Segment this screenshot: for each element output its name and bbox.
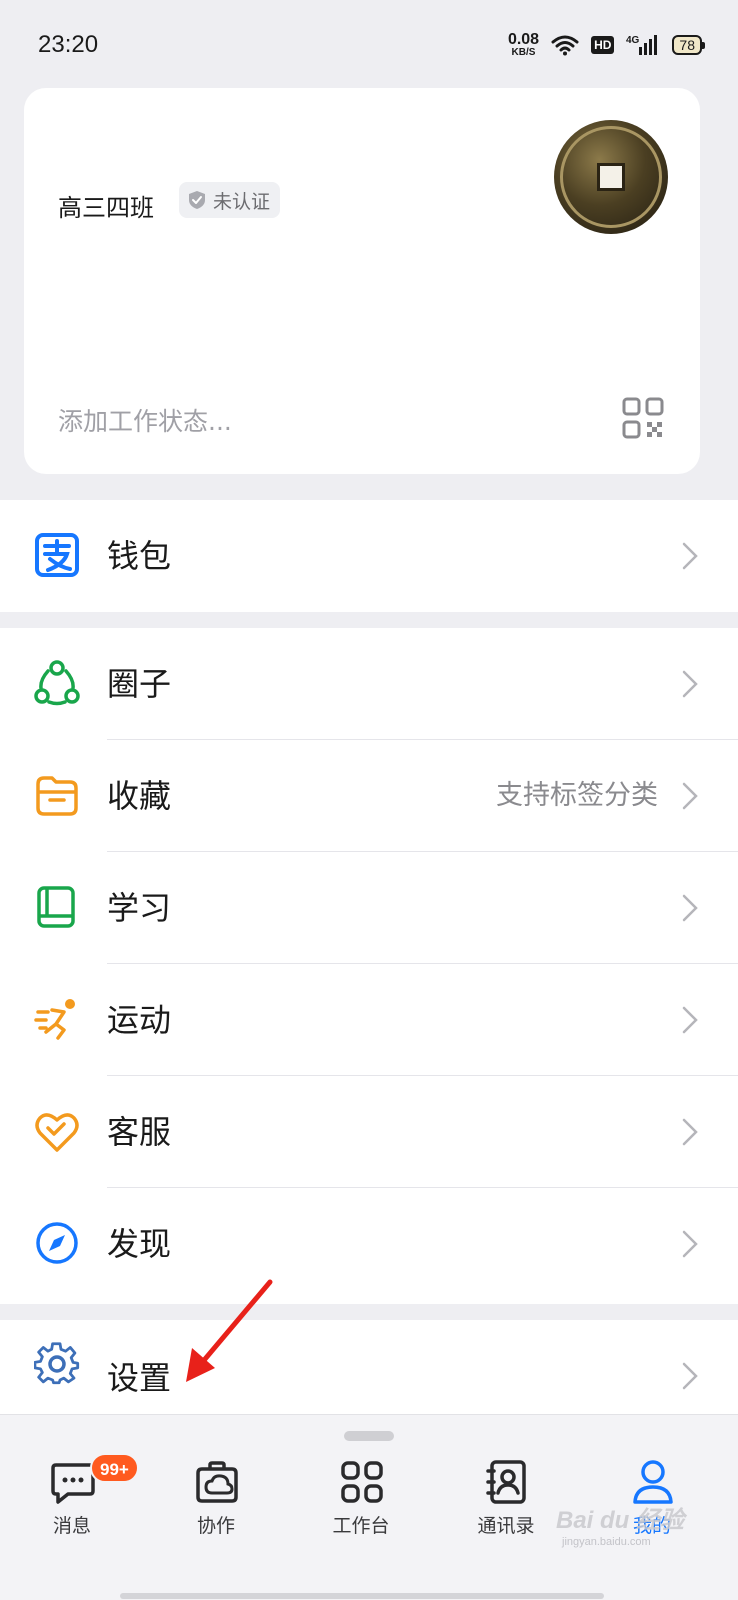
menu-item-study[interactable]: 学习 xyxy=(0,852,738,964)
wifi-icon xyxy=(551,35,579,56)
avatar[interactable] xyxy=(554,120,668,234)
heart-handshake-icon xyxy=(35,1113,79,1152)
menu-item-customer-service[interactable]: 客服 xyxy=(0,1076,738,1188)
chevron-right-icon xyxy=(682,894,698,922)
verified-shield-icon xyxy=(189,191,205,209)
compass-icon xyxy=(36,1222,78,1264)
chevron-right-icon xyxy=(682,670,698,698)
running-icon xyxy=(34,999,75,1040)
chevron-right-icon xyxy=(682,1230,698,1258)
menu-item-favorites[interactable]: 收藏 支持标签分类 xyxy=(0,740,738,852)
contacts-icon xyxy=(486,1460,526,1504)
circle-group-icon xyxy=(34,660,80,706)
svg-text:4G: 4G xyxy=(626,35,640,46)
chevron-right-icon xyxy=(682,1006,698,1034)
menu-item-sports[interactable]: 运动 xyxy=(0,964,738,1076)
status-time: 23:20 xyxy=(38,31,99,58)
status-bar: 23:20 0.08 KB/S HD 4G 78 xyxy=(0,0,738,90)
person-icon xyxy=(633,1460,673,1504)
menu-item-wallet[interactable]: 钱包 xyxy=(0,500,738,612)
watermark-logo: Bai du 经验 xyxy=(556,1507,685,1534)
watermark-url: jingyan.baidu.com xyxy=(562,1536,651,1548)
menu-item-settings[interactable]: 设置 xyxy=(0,1320,738,1414)
cert-badge[interactable]: 未认证 xyxy=(179,182,281,218)
tab-cowork[interactable]: 协作 xyxy=(156,1459,276,1549)
menu-label-settings: 设置 xyxy=(107,1359,172,1397)
menu-label-customer-service: 客服 xyxy=(107,1113,172,1151)
tab-label-cowork: 协作 xyxy=(196,1515,235,1537)
drag-handle[interactable] xyxy=(344,1431,394,1441)
menu-label-study: 学习 xyxy=(107,889,172,927)
menu-label-sports: 运动 xyxy=(107,1001,172,1039)
profile-name[interactable]: 高三四班 xyxy=(58,188,154,223)
folder-icon xyxy=(36,776,78,816)
menu-label-wallet: 钱包 xyxy=(107,537,172,575)
tab-messages[interactable]: 99+ 消息 xyxy=(12,1453,139,1549)
chevron-right-icon xyxy=(682,782,698,810)
grid-icon xyxy=(341,1461,383,1503)
menu-label-discover: 发现 xyxy=(107,1225,172,1263)
tab-contacts[interactable]: 通讯录 xyxy=(446,1459,566,1549)
unread-badge: 99+ xyxy=(90,1453,139,1483)
tab-label-contacts: 通讯录 xyxy=(477,1515,535,1537)
cowork-icon xyxy=(196,1461,238,1503)
book-icon xyxy=(37,886,75,928)
menu-label-circle: 圈子 xyxy=(107,665,172,703)
tab-label-messages: 消息 xyxy=(52,1515,91,1537)
hd-badge: HD xyxy=(591,36,615,54)
qr-code-icon[interactable] xyxy=(622,397,664,439)
menu-label-favorites: 收藏 xyxy=(107,777,172,815)
menu-item-circle[interactable]: 圈子 xyxy=(0,628,738,740)
settings-section: 设置 xyxy=(0,1320,738,1414)
chevron-right-icon xyxy=(682,1118,698,1146)
menu-item-discover[interactable]: 发现 xyxy=(0,1188,738,1300)
status-icons: 0.08 KB/S HD 4G 78 xyxy=(507,31,705,58)
signal-icon: 4G xyxy=(626,35,658,55)
chevron-right-icon xyxy=(682,542,698,570)
wallet-icon xyxy=(35,533,79,577)
wallet-section: 钱包 xyxy=(0,500,738,612)
tab-workbench[interactable]: 工作台 xyxy=(301,1459,421,1549)
battery-indicator: 78 xyxy=(672,35,705,55)
feature-menu-section: 圈子 收藏 支持标签分类 学习 运动 客服 发现 xyxy=(0,628,738,1304)
favorites-hint: 支持标签分类 xyxy=(496,780,658,811)
chevron-right-icon xyxy=(682,1362,698,1390)
home-indicator[interactable] xyxy=(120,1593,604,1599)
cert-status-label: 未认证 xyxy=(213,190,271,213)
profile-card[interactable]: 高三四班 未认证 添加工作状态... xyxy=(24,88,700,474)
gear-icon xyxy=(34,1342,80,1385)
network-speed: 0.08 KB/S xyxy=(507,31,540,58)
tab-label-workbench: 工作台 xyxy=(332,1515,390,1537)
work-status-input[interactable]: 添加工作状态... xyxy=(58,402,232,438)
